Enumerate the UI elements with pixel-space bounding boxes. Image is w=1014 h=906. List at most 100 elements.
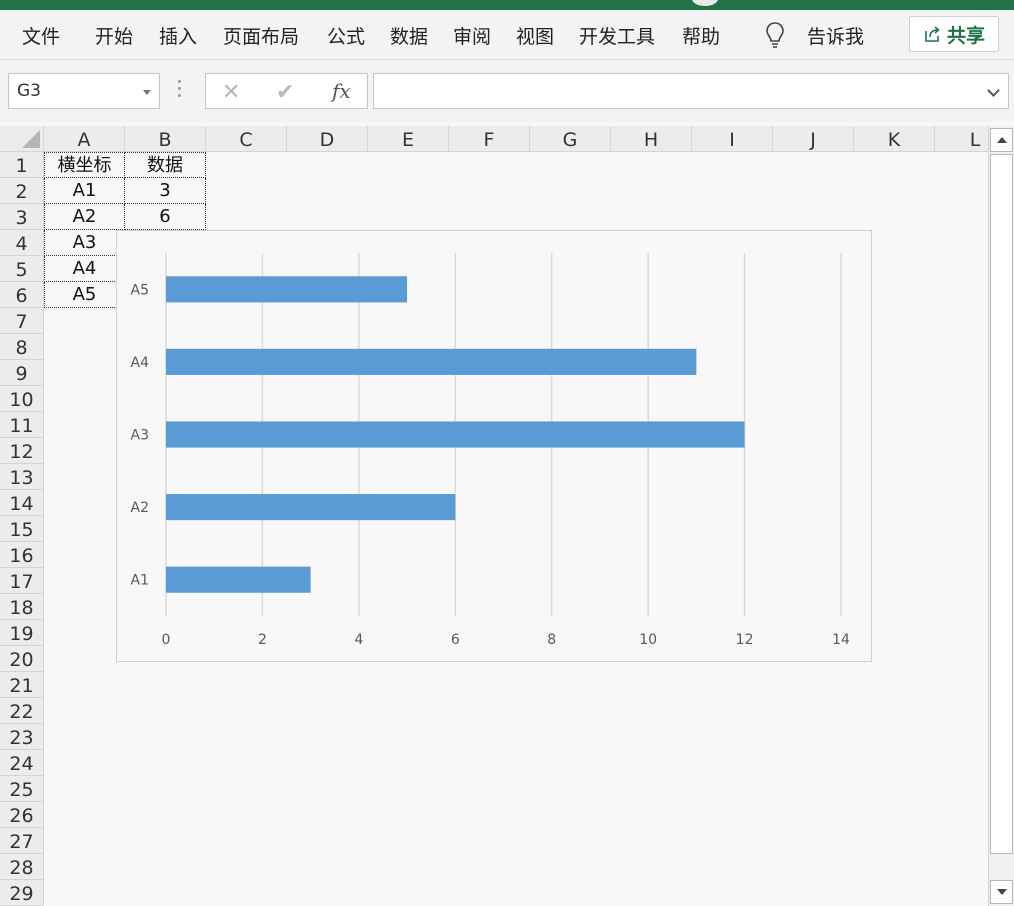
scroll-up-button[interactable] (990, 128, 1013, 152)
cell-b2[interactable]: 3 (125, 178, 206, 204)
vertical-scrollbar[interactable] (988, 126, 1014, 906)
row-header-27[interactable]: 27 (0, 828, 44, 854)
row-header-20[interactable]: 20 (0, 646, 44, 672)
insert-function-icon[interactable]: fx (332, 79, 351, 103)
formula-input[interactable] (373, 73, 1009, 109)
row-header-1[interactable]: 1 (0, 152, 44, 178)
row-header-6[interactable]: 6 (0, 282, 44, 308)
row-header-16[interactable]: 16 (0, 542, 44, 568)
menu-data[interactable]: 数据 (390, 22, 428, 49)
tell-me-search[interactable]: 告诉我 (807, 22, 864, 49)
column-header-j[interactable]: J (773, 126, 854, 152)
select-all-corner[interactable] (0, 126, 44, 152)
row-header-7[interactable]: 7 (0, 308, 44, 334)
menu-developer[interactable]: 开发工具 (579, 22, 655, 49)
share-icon (925, 26, 940, 42)
chevron-down-icon[interactable] (143, 90, 151, 95)
row-header-23[interactable]: 23 (0, 724, 44, 750)
share-button[interactable]: 共享 (909, 16, 999, 52)
column-header-b[interactable]: B (125, 126, 206, 152)
check-icon[interactable]: ✔ (276, 80, 294, 105)
row-header-5[interactable]: 5 (0, 256, 44, 282)
column-header-d[interactable]: D (287, 126, 368, 152)
cell-a6[interactable]: A5 (44, 282, 125, 308)
y-tick-label: A2 (131, 500, 149, 516)
row-header-24[interactable]: 24 (0, 750, 44, 776)
column-header-i[interactable]: I (692, 126, 773, 152)
column-header-a[interactable]: A (44, 126, 125, 152)
menu-view[interactable]: 视图 (516, 22, 554, 49)
drag-handle-icon[interactable] (178, 80, 182, 100)
bar-a3[interactable] (166, 421, 745, 448)
x-tick-label: 2 (258, 632, 267, 648)
name-box[interactable]: G3 (8, 73, 160, 109)
expand-formula-icon[interactable] (987, 84, 1000, 97)
row-header-10[interactable]: 10 (0, 386, 44, 412)
menu-help[interactable]: 帮助 (682, 22, 720, 49)
column-header-c[interactable]: C (206, 126, 287, 152)
y-tick-label: A4 (131, 355, 150, 371)
lightbulb-icon[interactable] (764, 20, 786, 50)
bar-chart[interactable]: 0 2 4 6 8 10 12 14 A1 A2 A3 A4 A5 (116, 230, 872, 662)
cell-a2[interactable]: A1 (44, 178, 125, 204)
column-header-l[interactable]: L (935, 126, 988, 152)
row-header-22[interactable]: 22 (0, 698, 44, 724)
bar-a1[interactable] (166, 566, 311, 593)
chart-canvas: 0 2 4 6 8 10 12 14 A1 A2 A3 A4 A5 (131, 253, 850, 648)
menu-review[interactable]: 审阅 (453, 22, 491, 49)
bar-a5[interactable] (166, 276, 408, 303)
column-header-e[interactable]: E (368, 126, 449, 152)
row-header-11[interactable]: 11 (0, 412, 44, 438)
cancel-icon[interactable]: ✕ (222, 80, 240, 105)
menu-home[interactable]: 开始 (95, 22, 133, 49)
x-tick-label: 6 (451, 632, 460, 648)
row-header-9[interactable]: 9 (0, 360, 44, 386)
row-header-25[interactable]: 25 (0, 776, 44, 802)
menu-insert[interactable]: 插入 (159, 22, 197, 49)
cell-b3[interactable]: 6 (125, 204, 206, 230)
row-header-18[interactable]: 18 (0, 594, 44, 620)
row-header-13[interactable]: 13 (0, 464, 44, 490)
title-bar (0, 0, 1014, 10)
scroll-down-button[interactable] (990, 880, 1013, 904)
cell-a1[interactable]: 横坐标 (44, 152, 125, 178)
x-tick-label: 12 (736, 632, 754, 648)
formula-bar: G3 ✕ ✔ fx (0, 60, 1014, 122)
scroll-thumb[interactable] (990, 154, 1013, 854)
cell-a5[interactable]: A4 (44, 256, 125, 282)
row-header-15[interactable]: 15 (0, 516, 44, 542)
row-header-17[interactable]: 17 (0, 568, 44, 594)
share-label: 共享 (946, 24, 985, 47)
row-header-29[interactable]: 29 (0, 880, 44, 906)
x-tick-label: 14 (832, 632, 850, 648)
cell-a4[interactable]: A3 (44, 230, 125, 256)
x-tick-label: 10 (639, 632, 657, 648)
cell-b1[interactable]: 数据 (125, 152, 206, 178)
row-header-12[interactable]: 12 (0, 438, 44, 464)
menu-file[interactable]: 文件 (22, 22, 60, 49)
x-tick-label: 0 (162, 632, 171, 648)
row-header-14[interactable]: 14 (0, 490, 44, 516)
row-header-3[interactable]: 3 (0, 204, 44, 230)
row-header-21[interactable]: 21 (0, 672, 44, 698)
menu-formulas[interactable]: 公式 (327, 22, 365, 49)
row-header-8[interactable]: 8 (0, 334, 44, 360)
row-header-28[interactable]: 28 (0, 854, 44, 880)
row-header-19[interactable]: 19 (0, 620, 44, 646)
menu-page-layout[interactable]: 页面布局 (223, 22, 299, 49)
row-header-26[interactable]: 26 (0, 802, 44, 828)
row-header-4[interactable]: 4 (0, 230, 44, 256)
y-tick-label: A3 (131, 428, 149, 444)
column-header-h[interactable]: H (611, 126, 692, 152)
x-tick-label: 8 (547, 632, 556, 648)
bar-a4[interactable] (166, 348, 697, 375)
y-tick-label: A1 (131, 573, 149, 589)
column-header-g[interactable]: G (530, 126, 611, 152)
column-header-f[interactable]: F (449, 126, 530, 152)
cell-a3[interactable]: A2 (44, 204, 125, 230)
column-header-k[interactable]: K (854, 126, 935, 152)
row-header-2[interactable]: 2 (0, 178, 44, 204)
bar-a2[interactable] (166, 494, 456, 521)
window-knob (692, 0, 718, 6)
name-box-value: G3 (17, 81, 41, 101)
